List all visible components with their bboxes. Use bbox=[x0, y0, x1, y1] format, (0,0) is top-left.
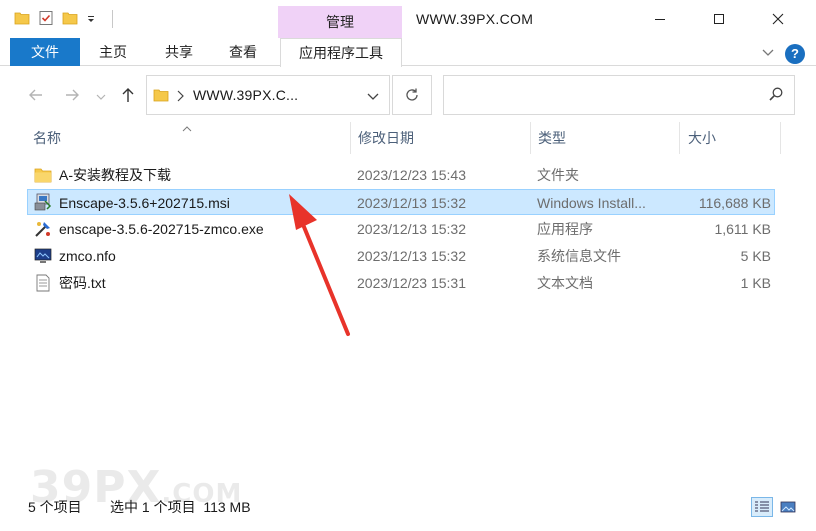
forward-button[interactable] bbox=[62, 85, 82, 105]
column-divider[interactable] bbox=[530, 122, 531, 154]
up-arrow-icon bbox=[122, 88, 134, 102]
maximize-button[interactable] bbox=[697, 0, 741, 38]
tab-view[interactable]: 查看 bbox=[218, 38, 268, 66]
exe-icon bbox=[34, 220, 52, 238]
file-date: 2023/12/13 15:32 bbox=[357, 248, 466, 264]
file-size: 1 KB bbox=[740, 275, 771, 291]
msi-installer-icon bbox=[34, 193, 52, 211]
file-row[interactable]: enscape-3.5.6-202715-zmco.exe 2023/12/13… bbox=[27, 216, 775, 242]
details-view-button[interactable] bbox=[751, 497, 773, 517]
file-size bbox=[627, 162, 771, 188]
search-input[interactable] bbox=[443, 75, 795, 115]
refresh-button[interactable] bbox=[392, 75, 432, 115]
folder-icon bbox=[153, 87, 169, 106]
large-icons-view-icon bbox=[780, 501, 796, 513]
title-bar: 管理 WWW.39PX.COM bbox=[0, 0, 816, 38]
file-date: 2023/12/23 15:31 bbox=[357, 275, 466, 291]
minimize-icon bbox=[655, 19, 665, 20]
large-icons-view-button[interactable] bbox=[777, 497, 799, 517]
help-icon[interactable]: ? bbox=[785, 44, 805, 64]
file-size: 5 KB bbox=[740, 248, 771, 264]
properties-icon[interactable] bbox=[38, 10, 54, 29]
folder-icon bbox=[34, 166, 52, 184]
tab-share[interactable]: 共享 bbox=[154, 38, 204, 66]
close-icon bbox=[772, 13, 784, 25]
file-row[interactable]: 密码.txt 2023/12/23 15:31 文本文档 1 KB bbox=[27, 270, 775, 296]
tab-home[interactable]: 主页 bbox=[88, 38, 138, 66]
address-bar[interactable]: WWW.39PX.C... bbox=[146, 75, 390, 115]
details-view-icon bbox=[755, 501, 769, 512]
window-title: WWW.39PX.COM bbox=[416, 11, 534, 27]
file-size: 116,688 KB bbox=[698, 195, 771, 211]
quick-access-toolbar bbox=[14, 8, 113, 30]
chevron-down-icon bbox=[96, 94, 106, 100]
item-count: 5 个项目 bbox=[28, 499, 82, 515]
column-header-type[interactable]: 类型 bbox=[538, 122, 566, 154]
back-arrow-icon bbox=[29, 89, 42, 101]
tab-file[interactable]: 文件 bbox=[10, 38, 80, 66]
annotation-arrow-icon bbox=[289, 194, 350, 336]
column-header-date[interactable]: 修改日期 bbox=[358, 122, 414, 154]
customize-toolbar-dropdown-icon[interactable] bbox=[86, 11, 96, 27]
vertical-scrollbar[interactable] bbox=[807, 122, 816, 494]
column-divider[interactable] bbox=[350, 122, 351, 154]
column-divider[interactable] bbox=[780, 122, 781, 154]
breadcrumb-current-folder[interactable]: WWW.39PX.C... bbox=[193, 76, 298, 114]
back-button[interactable] bbox=[26, 85, 46, 105]
folder-icon[interactable] bbox=[14, 10, 30, 29]
column-header-name[interactable]: 名称 bbox=[33, 122, 61, 154]
search-icon bbox=[768, 86, 784, 105]
file-date: 2023/12/13 15:32 bbox=[357, 221, 466, 237]
selection-info: 选中 1 个项目 113 MB bbox=[110, 499, 251, 515]
forward-arrow-icon bbox=[66, 89, 79, 101]
file-row-selected[interactable]: Enscape-3.5.6+202715.msi 2023/12/13 15:3… bbox=[27, 189, 775, 215]
new-folder-icon[interactable] bbox=[62, 10, 78, 29]
tab-application-tools[interactable]: 应用程序工具 bbox=[280, 38, 402, 67]
file-date: 2023/12/23 15:43 bbox=[357, 167, 466, 183]
close-button[interactable] bbox=[756, 0, 800, 38]
ribbon-tabs: 文件 主页 共享 查看 应用程序工具 bbox=[0, 38, 816, 67]
toolbar-divider bbox=[112, 10, 113, 28]
minimize-button[interactable] bbox=[638, 0, 682, 38]
column-header-size[interactable]: 大小 bbox=[688, 122, 716, 154]
refresh-icon bbox=[406, 88, 418, 101]
address-history-dropdown-icon[interactable] bbox=[367, 89, 379, 105]
file-row[interactable]: A-安装教程及下载 2023/12/23 15:43 文件夹 bbox=[27, 162, 775, 188]
file-date: 2023/12/13 15:32 bbox=[357, 195, 466, 211]
text-file-icon bbox=[34, 274, 52, 292]
recent-locations-dropdown[interactable] bbox=[94, 87, 108, 107]
file-size: 1,611 KB bbox=[714, 221, 771, 237]
tab-manage[interactable]: 管理 bbox=[278, 6, 402, 38]
column-divider[interactable] bbox=[679, 122, 680, 154]
nfo-icon bbox=[34, 247, 52, 265]
sort-ascending-icon bbox=[182, 119, 192, 135]
maximize-icon bbox=[714, 14, 724, 24]
status-bar: 5 个项目 选中 1 个项目 113 MB bbox=[0, 494, 816, 520]
up-button[interactable] bbox=[118, 85, 138, 105]
expand-ribbon-chevron-icon[interactable] bbox=[760, 44, 776, 63]
file-row[interactable]: zmco.nfo 2023/12/13 15:32 系统信息文件 5 KB bbox=[27, 243, 775, 269]
breadcrumb-chevron-icon[interactable] bbox=[175, 89, 185, 105]
file-name: A-安装教程及下载 bbox=[59, 167, 171, 183]
